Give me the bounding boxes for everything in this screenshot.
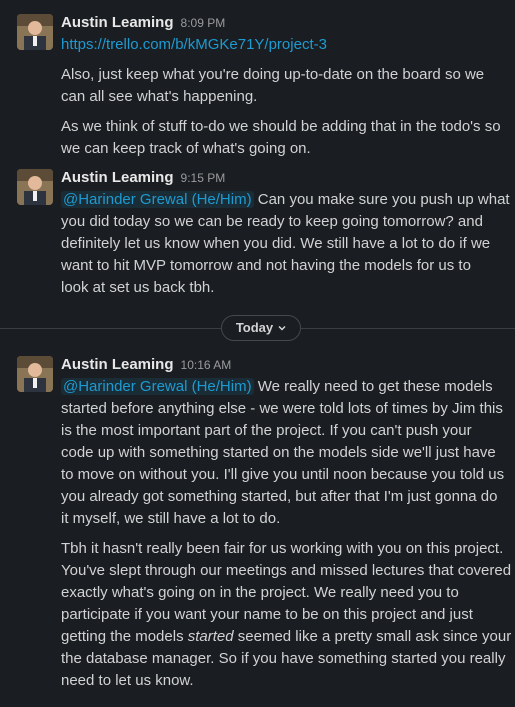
author-name[interactable]: Austin Leaming — [61, 12, 174, 34]
user-mention[interactable]: @Harinder Grewal (He/Him) — [61, 378, 254, 395]
timestamp[interactable]: 9:15 PM — [181, 167, 226, 189]
message-text: need to let us know. — [61, 672, 194, 689]
date-label: Today — [235, 320, 274, 335]
message-text: Tbh it hasn't really been fair for us wo… — [61, 540, 504, 557]
message-text: Can you make sure you push up what — [253, 191, 510, 208]
message-text: You've slept through our meetings and mi… — [61, 562, 512, 579]
chevron-down-icon — [278, 325, 286, 331]
message-text: it myself, we still have a lot to do. — [61, 510, 281, 527]
message-text: is the most important part of the projec… — [61, 422, 472, 439]
message-text: we can keep track of what's going on. — [61, 140, 311, 157]
message-text: want to hit MVP tomorrow and not having … — [61, 257, 471, 274]
message-text: the database manager. So if you have som… — [61, 650, 506, 667]
message-text: look at set us back tbh. — [61, 279, 215, 296]
author-name[interactable]: Austin Leaming — [61, 354, 174, 376]
avatar[interactable] — [17, 169, 53, 205]
today-date-button[interactable]: Today — [221, 315, 301, 341]
user-mention[interactable]: @Harinder Grewal (He/Him) — [61, 191, 254, 208]
message-text: to move on without you. I'll give you un… — [61, 466, 505, 483]
trello-link[interactable]: https://trello.com/b/kMGKe71Y/project-3 — [61, 36, 327, 53]
avatar[interactable] — [17, 356, 53, 392]
message-text: code up with something started on the mo… — [61, 444, 496, 461]
message-text: As we think of stuff to-do we should be … — [61, 118, 501, 135]
message-text: you did today so we can be ready to keep… — [61, 213, 483, 230]
message-text: getting the models started seemed like a… — [61, 628, 512, 645]
message-text: you already got something started, but a… — [61, 488, 498, 505]
author-name[interactable]: Austin Leaming — [61, 167, 174, 189]
message-text: definitely let us know when you did. We … — [61, 235, 491, 252]
message-text: Also, just keep what you're doing up-to-… — [61, 66, 485, 83]
italic-text: started — [187, 628, 234, 645]
timestamp[interactable]: 10:16 AM — [181, 354, 232, 376]
timestamp[interactable]: 8:09 PM — [181, 12, 226, 34]
message-text: participate if you want your name to be … — [61, 606, 473, 623]
message-text: exactly what's going on in the project. … — [61, 584, 459, 601]
avatar[interactable] — [17, 14, 53, 50]
message-text: started before anything else - we were t… — [61, 400, 503, 417]
message-text: can all see what's happening. — [61, 88, 258, 105]
message-text: We really need to get these models — [253, 378, 493, 395]
